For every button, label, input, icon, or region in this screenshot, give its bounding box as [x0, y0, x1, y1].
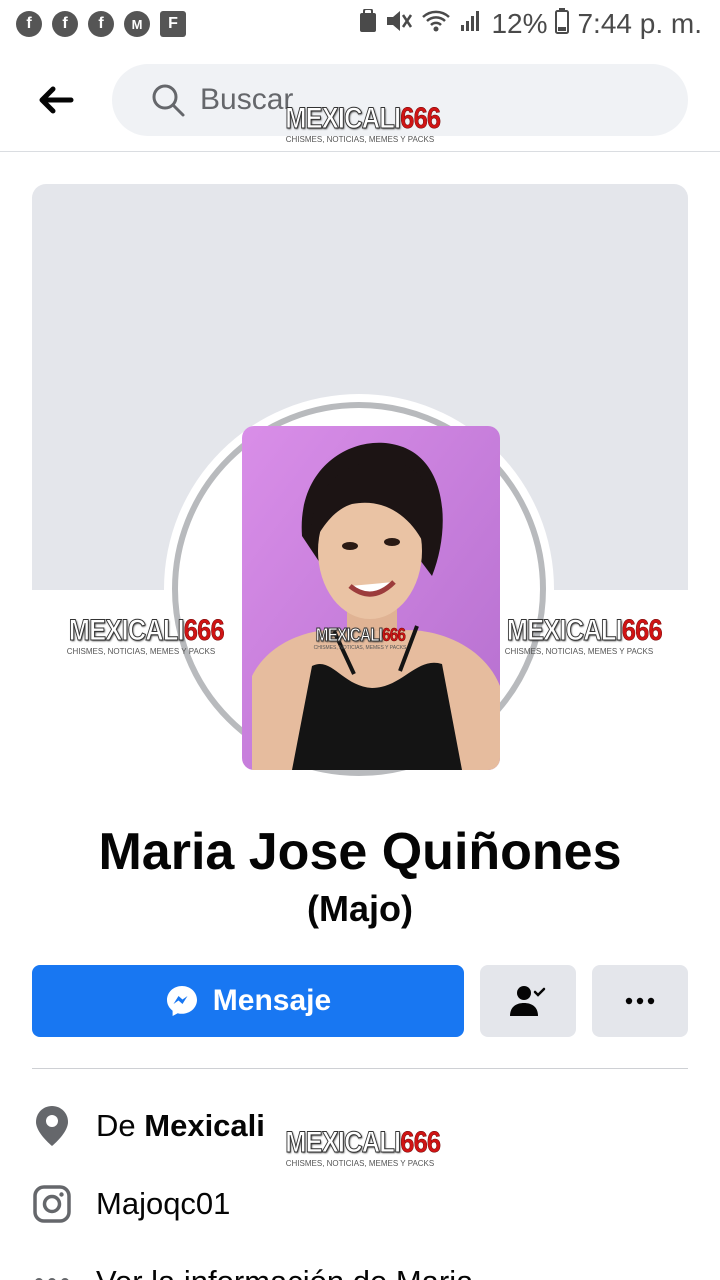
more-dots-icon [625, 997, 655, 1005]
arrow-left-icon [39, 86, 74, 114]
divider [32, 1068, 688, 1069]
notification-icons: f f f M F [16, 11, 186, 37]
more-info-row[interactable]: Ver la información de Maria [32, 1252, 688, 1280]
lock-icon [359, 8, 377, 39]
system-status: 12% 7:44 p. m. [359, 8, 702, 40]
message-button[interactable]: Mensaje [32, 965, 464, 1037]
profile-nickname: (Majo) [307, 888, 413, 929]
watermark: MEXICALI666 CHISMES, NOTICIAS, MEMES Y P… [285, 102, 442, 144]
friends-button[interactable] [480, 965, 576, 1037]
hometown-prefix: De [96, 1108, 136, 1143]
watermark: MEXICALI666 CHISMES, NOTICIAS, MEMES Y P… [285, 1126, 442, 1168]
instagram-handle: Majoqc01 [96, 1186, 231, 1221]
profile-picture[interactable] [164, 394, 554, 784]
instagram-row[interactable]: Majoqc01 [32, 1174, 688, 1234]
wifi-icon [421, 9, 451, 39]
facebook-icon: f [16, 11, 42, 37]
more-dots-icon [32, 1262, 72, 1280]
more-options-button[interactable] [592, 965, 688, 1037]
message-button-label: Mensaje [212, 984, 332, 1017]
search-icon [152, 84, 185, 117]
facebook-icon: f [52, 11, 78, 37]
watermark: MEXICALI666 CHISMES, NOTICIAS, MEMES Y P… [504, 614, 663, 656]
messenger-icon [166, 986, 197, 1016]
battery-icon [555, 8, 570, 40]
battery-percent: 12% [491, 8, 548, 39]
messenger-icon: M [124, 11, 150, 37]
watermark: MEXICALI666 CHISMES, NOTICIAS, MEMES Y P… [313, 625, 407, 651]
status-bar: f f f M F 12% 7:44 p. m. [0, 0, 720, 48]
more-info-label: Ver la información de Maria [96, 1264, 473, 1280]
flipboard-icon: F [160, 11, 186, 37]
signal-icon [459, 9, 483, 39]
profile-name: Maria Jose Quiñones [98, 823, 622, 881]
back-button[interactable] [30, 76, 82, 124]
clock: 7:44 p. m. [577, 8, 702, 39]
watermark: MEXICALI666 CHISMES, NOTICIAS, MEMES Y P… [66, 614, 225, 656]
friend-check-icon [510, 986, 546, 1016]
facebook-icon: f [88, 11, 114, 37]
location-pin-icon [32, 1106, 72, 1146]
instagram-icon [32, 1184, 72, 1224]
hometown-link[interactable]: Mexicali [144, 1108, 265, 1143]
mute-icon [385, 9, 413, 39]
profile-photo [242, 426, 500, 770]
